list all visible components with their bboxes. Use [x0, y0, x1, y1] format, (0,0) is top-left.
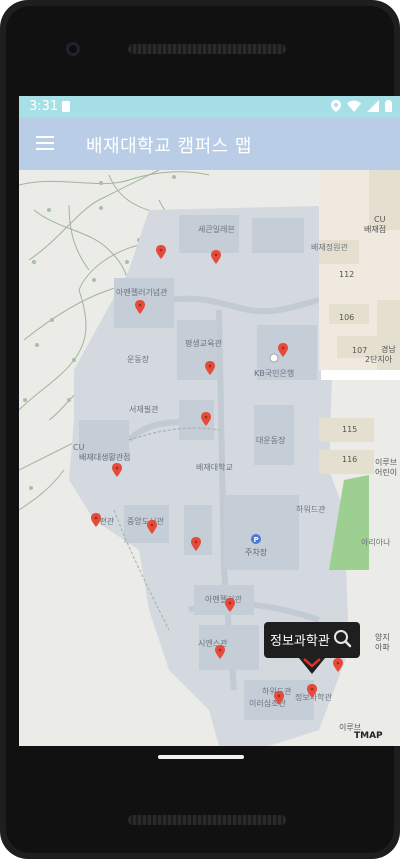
- status-time: 3:31: [29, 99, 59, 114]
- battery-icon: [385, 100, 392, 112]
- label-ireu2: 어린이: [375, 467, 397, 477]
- phone-frame: 3:31 배재대학교 캠퍼스 맵 세큰일레븐 아펜젤러기념관 평생교육관 KB국…: [0, 0, 400, 859]
- status-bar: 3:31: [19, 96, 400, 118]
- label-kyungnam: 경남: [381, 344, 396, 354]
- label-cu1: CU: [73, 443, 85, 452]
- label-parking: 주차장: [245, 547, 268, 557]
- tmap-logo: TMAP: [354, 731, 383, 741]
- home-indicator[interactable]: [158, 755, 244, 759]
- label-yangji: 양지: [375, 633, 390, 642]
- label-gym: 운동장: [127, 354, 150, 364]
- label-cu-top-sub: 배재점: [364, 224, 386, 234]
- label-alumni-hall: 아펜젤러기념관: [116, 287, 168, 297]
- label-kyungnam2: 2단지아: [365, 354, 393, 364]
- label-building-b: 중앙도서관: [127, 516, 164, 526]
- label-yangji2: 아파: [375, 642, 390, 652]
- label-cu-top: CU: [374, 215, 386, 224]
- signal-icon: [367, 100, 379, 112]
- label-cu1-sub: 배재대생활관점: [79, 452, 131, 462]
- bank-icon: [269, 353, 279, 363]
- road-right: [321, 370, 400, 380]
- label-ida: 아리아나: [361, 537, 391, 547]
- label-116: 116: [342, 455, 357, 464]
- label-sejong: 세큰일레븐: [198, 225, 235, 234]
- label-apenzeller: 아펜젤러관: [205, 594, 242, 604]
- label-112: 112: [339, 270, 354, 279]
- callout-text: 정보과학관: [270, 634, 330, 649]
- label-seoul-hall: 서재필관: [129, 404, 159, 414]
- front-camera: [66, 42, 80, 56]
- location-icon: [331, 100, 341, 112]
- label-hana: 하워드관: [296, 504, 326, 514]
- label-kb: KB국민은행: [254, 368, 294, 378]
- earpiece-speaker: [128, 44, 286, 54]
- wifi-icon: [347, 100, 361, 112]
- label-115: 115: [342, 425, 357, 434]
- sd-card-icon: [62, 101, 70, 112]
- status-icons: [331, 100, 392, 112]
- label-107: 107: [352, 346, 367, 355]
- label-jaecheong: 배재정원관: [311, 242, 348, 252]
- label-central-lib: 평생교육관: [185, 338, 222, 348]
- parking-icon: P: [251, 534, 261, 544]
- label-ireu: 이루브: [375, 457, 397, 467]
- campus-map[interactable]: 세큰일레븐 아펜젤러기념관 평생교육관 KB국민은행 운동장 서재필관 CU 배…: [19, 170, 400, 746]
- svg-text:P: P: [254, 536, 259, 544]
- label-106: 106: [339, 313, 354, 322]
- label-stadium: 대운동장: [256, 435, 286, 445]
- menu-icon[interactable]: [36, 136, 54, 150]
- screen: 3:31 배재대학교 캠퍼스 맵 세큰일레븐 아펜젤러기념관 평생교육관 KB국…: [19, 96, 400, 746]
- app-title: 배재대학교 캠퍼스 맵: [86, 136, 252, 157]
- bottom-speaker: [128, 815, 286, 825]
- app-bar: 배재대학교 캠퍼스 맵: [19, 118, 400, 170]
- label-baejae-univ: 배재대학교: [196, 462, 233, 472]
